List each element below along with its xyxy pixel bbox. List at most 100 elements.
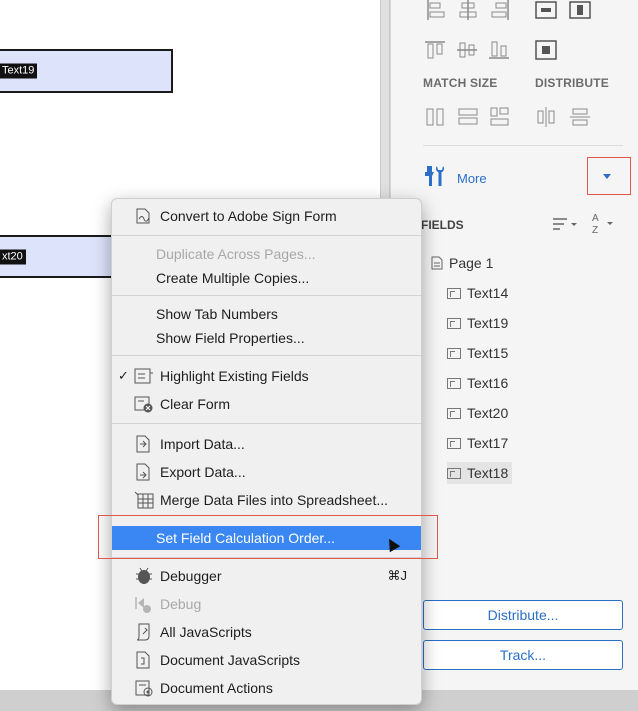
bug-icon bbox=[136, 567, 152, 584]
tree-field-row[interactable]: Text17 bbox=[447, 432, 508, 454]
highlight-fields-icon bbox=[134, 368, 153, 384]
more-options-menu: Convert to Adobe Sign Form Duplicate Acr… bbox=[111, 198, 422, 705]
document-script-icon bbox=[136, 651, 150, 669]
center-both-icon[interactable] bbox=[535, 40, 557, 62]
sign-form-icon bbox=[136, 208, 150, 224]
match-size-label: MATCH SIZE bbox=[423, 76, 498, 90]
tree-field-row[interactable]: Text20 bbox=[447, 402, 508, 424]
tree-field-row[interactable]: Text19 bbox=[447, 312, 508, 334]
menu-item-all-javascripts[interactable]: All JavaScripts bbox=[112, 620, 421, 644]
field-name-tag: Text19 bbox=[0, 63, 38, 79]
menu-item-convert[interactable]: Convert to Adobe Sign Form bbox=[112, 204, 421, 228]
text-field-icon bbox=[447, 348, 461, 359]
menu-item-document-actions[interactable]: Document Actions bbox=[112, 676, 421, 700]
tree-field-label: Text17 bbox=[467, 435, 509, 451]
menu-item-label: Show Tab Numbers bbox=[156, 306, 278, 322]
track-button[interactable]: Track... bbox=[423, 640, 623, 670]
tools-icon[interactable] bbox=[423, 164, 447, 188]
tree-field-row[interactable]: Text15 bbox=[447, 342, 508, 364]
export-icon bbox=[136, 463, 150, 481]
chevron-down-icon bbox=[603, 174, 611, 179]
tree-field-label: Text16 bbox=[467, 375, 509, 391]
text-field-icon bbox=[447, 288, 461, 299]
menu-item-merge-data-files[interactable]: Merge Data Files into Spreadsheet... bbox=[112, 488, 421, 512]
menu-item-label: Convert to Adobe Sign Form bbox=[160, 208, 337, 224]
tree-field-label: Text14 bbox=[467, 285, 509, 301]
align-top-icon[interactable] bbox=[425, 40, 447, 62]
menu-item-label: Highlight Existing Fields bbox=[160, 368, 309, 384]
import-icon bbox=[136, 435, 150, 453]
align-left-icon[interactable] bbox=[425, 0, 447, 22]
section-divider bbox=[423, 145, 623, 146]
align-right-icon[interactable] bbox=[489, 0, 511, 22]
distribute-button[interactable]: Distribute... bbox=[423, 600, 623, 630]
match-height-icon[interactable] bbox=[425, 106, 447, 128]
menu-item-document-javascripts[interactable]: Document JavaScripts bbox=[112, 648, 421, 672]
menu-separator bbox=[112, 295, 421, 296]
page-label: Page 1 bbox=[449, 255, 494, 271]
script-icon bbox=[136, 623, 150, 641]
menu-item-show-tab-numbers[interactable]: Show Tab Numbers bbox=[112, 302, 421, 326]
sort-alphabetical-icon[interactable]: AZ bbox=[589, 210, 617, 236]
svg-text:A: A bbox=[592, 213, 599, 224]
menu-separator bbox=[112, 423, 421, 424]
more-options-dropdown-button[interactable] bbox=[587, 157, 631, 195]
page-icon bbox=[431, 256, 443, 270]
menu-item-show-field-properties[interactable]: Show Field Properties... bbox=[112, 326, 421, 350]
callout-highlight-box bbox=[98, 515, 438, 559]
form-field-text20[interactable]: xt20 bbox=[0, 235, 116, 278]
menu-item-import-data[interactable]: Import Data... bbox=[112, 432, 421, 456]
align-center-horizontal-icon[interactable] bbox=[457, 0, 479, 22]
distribute-vertically-icon[interactable] bbox=[569, 106, 591, 128]
distribute-label: DISTRIBUTE bbox=[535, 76, 609, 90]
menu-item-label: Debug bbox=[160, 596, 202, 612]
align-middle-icon[interactable] bbox=[457, 40, 479, 62]
menu-separator bbox=[112, 355, 421, 356]
tree-field-label: Text20 bbox=[467, 405, 509, 421]
tree-field-label: Text18 bbox=[467, 465, 509, 481]
distribute-horizontally-icon[interactable] bbox=[535, 106, 557, 128]
text-field-icon bbox=[447, 408, 461, 419]
menu-item-label: All JavaScripts bbox=[160, 624, 252, 640]
clear-form-icon bbox=[134, 396, 153, 413]
sort-menu-icon[interactable] bbox=[551, 214, 579, 234]
text-field-icon bbox=[447, 378, 461, 389]
tree-field-label: Text19 bbox=[467, 315, 509, 331]
menu-item-label: Show Field Properties... bbox=[156, 330, 305, 346]
shortcut-label: ⌘J bbox=[387, 568, 408, 583]
menu-item-label: Import Data... bbox=[160, 436, 245, 452]
menu-item-duplicate-across-pages: Duplicate Across Pages... bbox=[112, 242, 421, 266]
center-vertically-icon[interactable] bbox=[569, 0, 591, 22]
menu-item-label: Debugger bbox=[160, 568, 222, 584]
field-name-tag: xt20 bbox=[0, 249, 26, 264]
center-horizontally-icon[interactable] bbox=[535, 0, 557, 22]
tree-field-label: Text15 bbox=[467, 345, 509, 361]
text-field-icon bbox=[447, 318, 461, 329]
prepare-form-panel: MATCH SIZE DISTRIBUTE More FIELDS AZ Pag… bbox=[390, 0, 638, 690]
menu-item-label: Clear Form bbox=[160, 396, 231, 412]
match-both-icon[interactable] bbox=[489, 106, 511, 128]
align-bottom-icon[interactable] bbox=[489, 40, 511, 62]
menu-item-clear-form[interactable]: Clear Form bbox=[112, 392, 421, 416]
menu-item-debug: Debug bbox=[112, 592, 421, 616]
tree-field-row[interactable]: Text14 bbox=[447, 282, 508, 304]
menu-item-export-data[interactable]: Export Data... bbox=[112, 460, 421, 484]
tree-field-row[interactable]: Text16 bbox=[447, 372, 508, 394]
text-field-icon bbox=[447, 438, 461, 449]
form-field-text19[interactable]: Text19 bbox=[0, 49, 173, 93]
tree-field-row-selected[interactable]: Text18 bbox=[447, 462, 513, 484]
menu-item-highlight-existing-fields[interactable]: ✓ Highlight Existing Fields bbox=[112, 364, 421, 388]
debug-step-icon bbox=[135, 597, 151, 613]
menu-item-debugger[interactable]: Debugger ⌘J bbox=[112, 564, 421, 588]
match-width-icon[interactable] bbox=[457, 106, 479, 128]
menu-item-label: Create Multiple Copies... bbox=[156, 270, 310, 286]
fields-section-title: FIELDS bbox=[421, 218, 464, 232]
checkmark-icon: ✓ bbox=[118, 368, 129, 383]
menu-item-label: Export Data... bbox=[160, 464, 246, 480]
menu-item-label: Document Actions bbox=[160, 680, 273, 696]
tree-page-row[interactable]: Page 1 bbox=[431, 252, 493, 274]
more-label[interactable]: More bbox=[457, 171, 487, 186]
menu-item-label: Merge Data Files into Spreadsheet... bbox=[160, 492, 389, 508]
menu-item-create-multiple-copies[interactable]: Create Multiple Copies... bbox=[112, 266, 421, 290]
svg-text:Z: Z bbox=[592, 225, 598, 236]
